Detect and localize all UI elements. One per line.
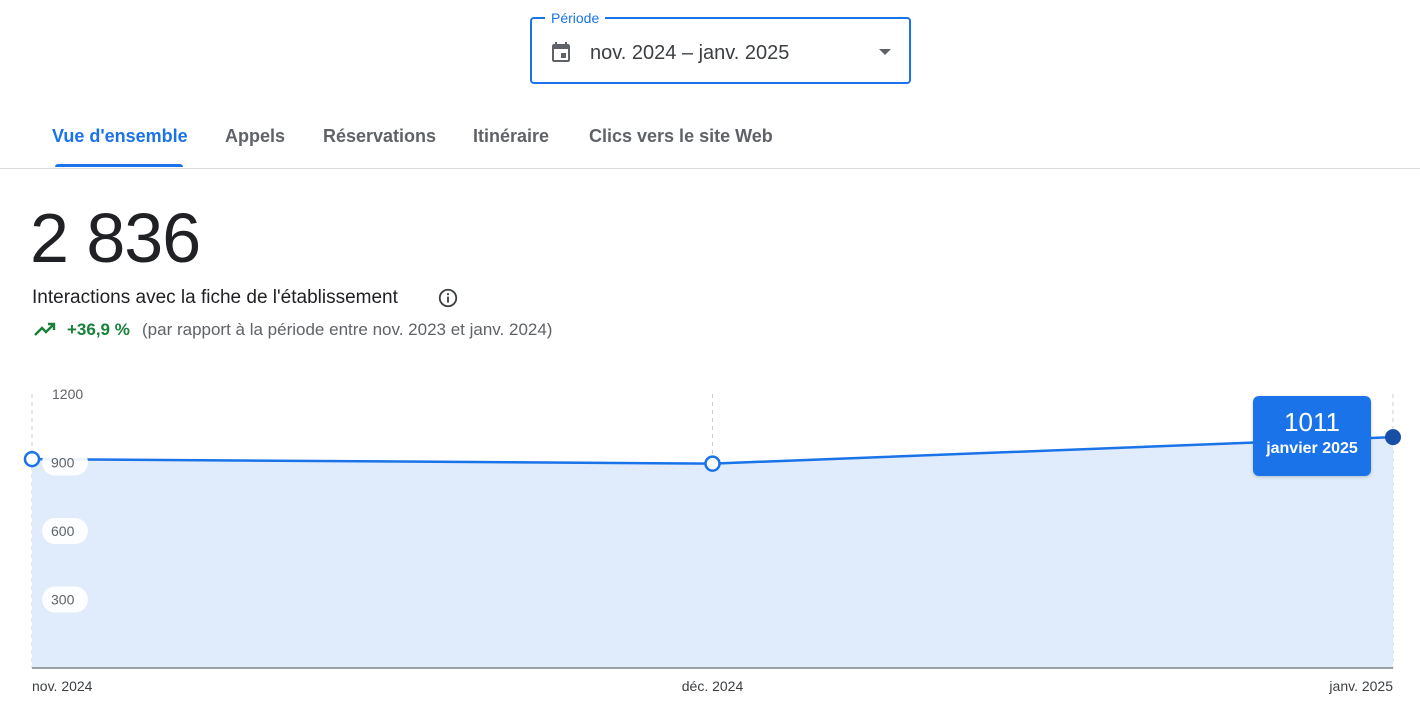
tab-calls[interactable]: Appels — [225, 126, 285, 147]
x-tick-label: déc. 2024 — [682, 678, 744, 694]
metric-label: Interactions avec la fiche de l'établiss… — [32, 287, 398, 308]
tab-bookings[interactable]: Réservations — [323, 126, 436, 147]
x-tick-label: nov. 2024 — [32, 678, 93, 694]
data-point-highlighted — [1385, 429, 1401, 446]
y-tick-label: 600 — [51, 523, 75, 539]
x-tick-label: janv. 2025 — [1328, 678, 1393, 694]
change-percent: +36,9 % — [67, 320, 130, 339]
data-point — [23, 450, 41, 468]
tab-directions[interactable]: Itinéraire — [473, 126, 549, 147]
period-label: Période — [545, 9, 606, 27]
period-selector[interactable]: Période nov. 2024 – janv. 2025 — [530, 9, 911, 84]
calendar-icon — [552, 42, 570, 62]
period-value: nov. 2024 – janv. 2025 — [590, 42, 790, 64]
tooltip-value: 1011 — [1284, 407, 1340, 437]
chart-tooltip: 1011 janvier 2025 — [1253, 396, 1371, 476]
interactions-chart: 300 600 900 1200 nov. 2024 déc. 2024 janv. 202… — [23, 386, 1401, 694]
data-point — [704, 455, 721, 472]
chevron-down-icon[interactable] — [879, 49, 891, 55]
trending-up-icon — [34, 322, 56, 336]
tab-website-clicks[interactable]: Clics vers le site Web — [589, 126, 773, 147]
tab-overview[interactable]: Vue d'ensemble — [52, 126, 188, 147]
info-icon[interactable] — [437, 287, 459, 309]
y-tick-label: 1200 — [52, 386, 83, 402]
tooltip-label: janvier 2025 — [1266, 440, 1358, 457]
y-tick-label: 300 — [51, 592, 75, 608]
tab-bar: Vue d'ensemble Appels Réservations Itiné… — [0, 116, 1420, 169]
total-interactions: 2 836 — [30, 199, 201, 277]
active-tab-indicator — [55, 164, 183, 167]
comparison-text: (par rapport à la période entre nov. 202… — [142, 320, 553, 339]
y-tick-label: 900 — [51, 455, 75, 471]
